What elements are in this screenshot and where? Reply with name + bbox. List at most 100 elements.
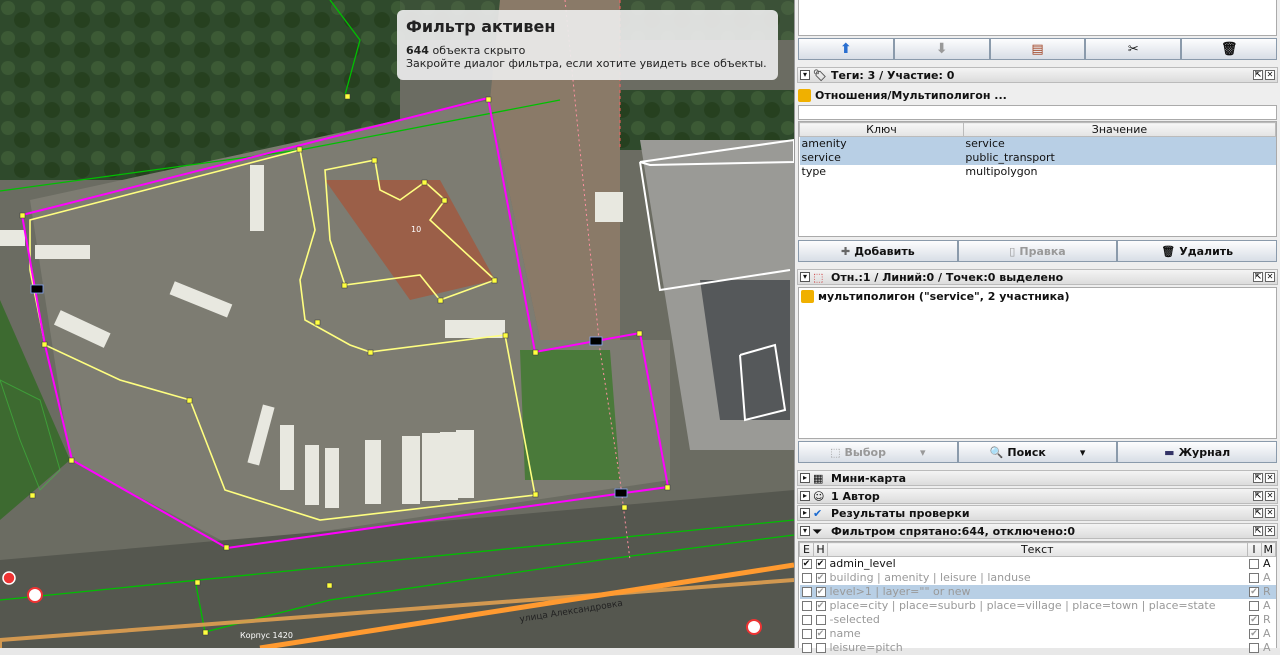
detach-icon[interactable]: ⇱: [1253, 272, 1263, 282]
filter-row[interactable]: ✔ ✔ admin_level A: [800, 557, 1276, 571]
filter-panel-header[interactable]: ▾ ⏷ Фильтром спрятано:644, отключено:0 ⇱…: [797, 523, 1278, 539]
filter-row[interactable]: ✔ place=city | place=suburb | place=villa…: [800, 599, 1276, 613]
table-row[interactable]: amenity service: [799, 136, 1276, 151]
filter-text[interactable]: admin_level: [828, 557, 1248, 571]
tag-key[interactable]: type: [800, 165, 964, 179]
tags-table[interactable]: Ключ Значение amenity service service publi…: [798, 121, 1277, 237]
filter-row[interactable]: ✔ level>1 | layer="" or new ✔ R: [799, 584, 1276, 599]
enabled-checkbox[interactable]: [801, 573, 812, 583]
filter-mode[interactable]: A: [1261, 627, 1276, 641]
enabled-column-header[interactable]: E: [799, 542, 814, 557]
tag-key[interactable]: amenity: [799, 136, 964, 151]
value-column-header[interactable]: Значение: [962, 122, 1277, 137]
inverted-column-header[interactable]: I: [1246, 542, 1262, 557]
hide-column-header[interactable]: H: [813, 542, 828, 557]
detach-icon[interactable]: ⇱: [1253, 70, 1263, 80]
move-down-button[interactable]: ⬇: [893, 38, 990, 60]
filter-text[interactable]: place=city | place=suburb | place=villag…: [828, 599, 1248, 613]
validation-panel-header[interactable]: ▸ ✔ Результаты проверки ⇱ ✕: [797, 505, 1278, 521]
text-column-header[interactable]: Текст: [827, 542, 1248, 557]
edit-relation-button[interactable]: ▤: [989, 38, 1086, 60]
map-canvas[interactable]: 10 улица Александровка Корпус 1420: [0, 0, 794, 648]
inverted-checkbox[interactable]: [1249, 643, 1259, 653]
filter-text[interactable]: level>1 | layer="" or new: [827, 584, 1247, 599]
hide-checkbox[interactable]: ✔: [815, 629, 826, 639]
collapse-toggle[interactable]: ▾: [800, 526, 810, 536]
table-row[interactable]: type multipolygon: [800, 165, 1276, 179]
select-button[interactable]: ⬚ Выбор ▾: [798, 441, 958, 463]
selection-list[interactable]: мультиполигон ("service", 2 участника): [798, 287, 1277, 439]
filter-mode[interactable]: R: [1261, 584, 1276, 599]
expand-toggle[interactable]: ▸: [800, 508, 810, 518]
filter-text[interactable]: building | amenity | leisure | landuse: [828, 571, 1248, 585]
filter-row[interactable]: ✔ name ✔ A: [800, 627, 1276, 641]
close-icon[interactable]: ✕: [1265, 70, 1275, 80]
map-view[interactable]: 10 улица Александровка Корпус 1420 Фильт…: [0, 0, 794, 648]
inverted-checkbox[interactable]: [1249, 573, 1259, 583]
close-icon[interactable]: ✕: [1265, 526, 1275, 536]
edit-tag-button[interactable]: ▯ Правка: [957, 240, 1118, 262]
hide-checkbox[interactable]: ✔: [815, 573, 826, 583]
delete-tag-button[interactable]: 🗑 Удалить: [1117, 240, 1278, 262]
split-button[interactable]: ✂: [1085, 38, 1182, 60]
hide-checkbox[interactable]: [815, 643, 826, 653]
history-button[interactable]: ▬ Журнал: [1117, 441, 1278, 463]
tag-value[interactable]: public_transport: [963, 150, 1276, 165]
collapse-toggle[interactable]: ▾: [800, 272, 810, 282]
hide-checkbox[interactable]: ✔: [815, 601, 826, 611]
relation-members-list[interactable]: [798, 0, 1277, 36]
mode-column-header[interactable]: M: [1260, 542, 1276, 557]
filter-mode[interactable]: A: [1261, 599, 1276, 613]
detach-icon[interactable]: ⇱: [1253, 526, 1263, 536]
filter-table[interactable]: E H Текст I M ✔ ✔ admin_level A ✔ building | …: [798, 541, 1277, 654]
move-up-button[interactable]: ⬆: [798, 38, 894, 60]
add-tag-button[interactable]: ✚ Добавить: [798, 240, 958, 262]
tags-panel-header[interactable]: ▾ 🏷 Теги: 3 / Участие: 0 ⇱ ✕: [797, 67, 1278, 83]
tag-key[interactable]: service: [799, 150, 964, 165]
detach-icon[interactable]: ⇱: [1253, 491, 1263, 501]
filter-text[interactable]: -selected: [828, 613, 1248, 627]
enabled-checkbox[interactable]: [801, 615, 812, 625]
close-icon[interactable]: ✕: [1265, 473, 1275, 483]
filter-mode[interactable]: A: [1261, 571, 1276, 585]
dropdown-arrow-icon[interactable]: ▾: [1080, 446, 1086, 459]
enabled-checkbox[interactable]: [801, 587, 812, 597]
search-button[interactable]: 🔍 Поиск ▾: [957, 441, 1118, 463]
authors-panel-header[interactable]: ▸ ☺ 1 Автор ⇱ ✕: [797, 488, 1278, 504]
expand-toggle[interactable]: ▸: [800, 491, 810, 501]
hide-checkbox[interactable]: ✔: [815, 587, 826, 597]
inverted-checkbox[interactable]: ✔: [1249, 629, 1259, 639]
detach-icon[interactable]: ⇱: [1253, 473, 1263, 483]
hide-checkbox[interactable]: [815, 615, 826, 625]
relation-title-field[interactable]: [798, 105, 1277, 120]
detach-icon[interactable]: ⇱: [1253, 508, 1263, 518]
enabled-checkbox[interactable]: ✔: [801, 559, 812, 570]
table-row[interactable]: service public_transport: [799, 150, 1276, 165]
inverted-checkbox[interactable]: ✔: [1249, 615, 1259, 625]
enabled-checkbox[interactable]: [801, 629, 812, 639]
enabled-checkbox[interactable]: [801, 643, 812, 653]
tag-value[interactable]: service: [963, 136, 1276, 151]
inverted-checkbox[interactable]: [1249, 601, 1259, 611]
enabled-checkbox[interactable]: [801, 601, 812, 611]
minimap-panel-header[interactable]: ▸ ▦ Мини-карта ⇱ ✕: [797, 470, 1278, 486]
expand-toggle[interactable]: ▸: [800, 473, 810, 483]
filter-mode[interactable]: R: [1261, 613, 1276, 627]
close-icon[interactable]: ✕: [1265, 272, 1275, 282]
key-column-header[interactable]: Ключ: [799, 122, 964, 137]
inverted-checkbox[interactable]: ✔: [1249, 587, 1259, 597]
selection-panel-header[interactable]: ▾ ⬚ Отн.:1 / Линий:0 / Точек:0 выделено …: [797, 269, 1278, 285]
close-icon[interactable]: ✕: [1265, 491, 1275, 501]
filter-row[interactable]: -selected ✔ R: [800, 613, 1276, 627]
hide-checkbox[interactable]: ✔: [815, 559, 826, 570]
filter-row[interactable]: ✔ building | amenity | leisure | landuse A: [800, 571, 1276, 585]
list-item[interactable]: мультиполигон ("service", 2 участника): [799, 288, 1276, 305]
filter-text[interactable]: name: [828, 627, 1248, 641]
close-icon[interactable]: ✕: [1265, 508, 1275, 518]
inverted-checkbox[interactable]: [1249, 559, 1259, 570]
collapse-toggle[interactable]: ▾: [800, 70, 810, 80]
dropdown-arrow-icon[interactable]: ▾: [920, 446, 926, 459]
filter-mode[interactable]: A: [1261, 557, 1276, 571]
tag-value[interactable]: multipolygon: [963, 165, 1275, 179]
delete-member-button[interactable]: 🗑: [1181, 38, 1277, 60]
